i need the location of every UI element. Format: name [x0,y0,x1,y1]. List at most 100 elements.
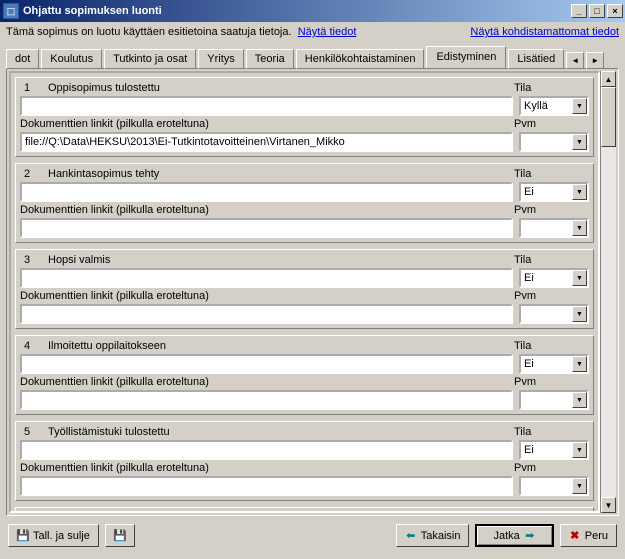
doclinks-input[interactable] [20,390,513,410]
progress-block: 5 Työllistämistuki tulostettu Tila Ei ▼ … [15,421,594,501]
tila-value: Ei [524,272,534,284]
tila-select[interactable]: Ei ▼ [519,182,589,202]
tila-label: Tila [514,426,589,438]
row-title: Työllistämistuki tulostettu [48,426,514,438]
tab-koulutus[interactable]: Koulutus [41,49,102,69]
info-bar: Tämä sopimus on luotu käyttäen esitietoi… [0,22,625,42]
chevron-down-icon: ▼ [572,442,587,458]
save-close-button[interactable]: 💾 Tall. ja sulje [8,524,99,547]
doclinks-input[interactable] [20,132,513,152]
save-arrow-icon: 💾 [114,530,126,542]
tab-lisatiedot[interactable]: Lisätied [508,49,564,69]
next-label: Jatka [493,530,519,542]
title-input[interactable] [20,354,513,374]
pvm-label: Pvm [514,290,589,302]
title-bar: ⬚ Ohjattu sopimuksen luonti _ □ × [0,0,625,22]
tila-select[interactable]: Ei ▼ [519,268,589,288]
tab-scroll-left[interactable]: ◄ [566,52,584,69]
progress-block: 1 Oppisopimus tulostettu Tila Kyllä ▼ Do… [15,77,594,157]
doclinks-label: Dokumenttien linkit (pilkulla eroteltuna… [20,376,514,388]
pvm-select[interactable]: ▼ [519,476,589,496]
row-number: 5 [20,426,48,438]
row-number: 8 [20,512,48,513]
row-title: Oppisopimus tulostettu [48,82,514,94]
vertical-scrollbar[interactable]: ▲ ▼ [600,71,616,513]
chevron-down-icon: ▼ [572,220,587,236]
app-icon: ⬚ [3,3,19,19]
chevron-down-icon: ▼ [572,184,587,200]
tila-label: Tila [514,340,589,352]
save-button[interactable]: 💾 [105,524,135,547]
doclinks-label: Dokumenttien linkit (pilkulla eroteltuna… [20,462,514,474]
row-number: 4 [20,340,48,352]
doclinks-label: Dokumenttien linkit (pilkulla eroteltuna… [20,290,514,302]
chevron-down-icon: ▼ [572,306,587,322]
tab-edistyminen[interactable]: Edistyminen [426,46,506,68]
pvm-label: Pvm [514,204,589,216]
info-text: Tämä sopimus on luotu käyttäen esitietoi… [6,26,292,38]
progress-block: 4 Ilmoitettu oppilaitokseen Tila Ei ▼ Do… [15,335,594,415]
chevron-down-icon: ▼ [572,270,587,286]
tila-select[interactable]: Ei ▼ [519,354,589,374]
progress-block: 8 Heksu Tila Ei ▼ [15,507,594,513]
tab-henkilo[interactable]: Henkilökohtaistaminen [296,49,425,69]
doclinks-label: Dokumenttien linkit (pilkulla eroteltuna… [20,118,514,130]
save-icon: 💾 [17,530,29,542]
pvm-label: Pvm [514,376,589,388]
chevron-down-icon: ▼ [572,98,587,114]
minimize-button[interactable]: _ [571,4,587,18]
progress-block: 3 Hopsi valmis Tila Ei ▼ Dokumenttien li… [15,249,594,329]
pvm-select[interactable]: ▼ [519,132,589,152]
progress-block: 2 Hankintasopimus tehty Tila Ei ▼ Dokume… [15,163,594,243]
show-unmatched-link[interactable]: Näytä kohdistamattomat tiedot [470,26,619,38]
tila-label: Tila [514,512,589,513]
back-label: Takaisin [421,530,461,542]
doclinks-input[interactable] [20,218,513,238]
cancel-button[interactable]: ✖ Peru [560,524,617,547]
chevron-down-icon: ▼ [572,134,587,150]
scroll-thumb[interactable] [601,87,616,147]
tila-value: Ei [524,444,534,456]
scroll-up-button[interactable]: ▲ [601,71,616,87]
close-icon: ✖ [569,530,581,542]
tila-label: Tila [514,82,589,94]
show-data-link[interactable]: Näytä tiedot [298,26,357,38]
doclinks-input[interactable] [20,476,513,496]
pvm-select[interactable]: ▼ [519,304,589,324]
title-input[interactable] [20,96,513,116]
tab-scroll-right[interactable]: ► [586,52,604,69]
title-input[interactable] [20,440,513,460]
tila-select[interactable]: Kyllä ▼ [519,96,589,116]
doclinks-input[interactable] [20,304,513,324]
doclinks-label: Dokumenttien linkit (pilkulla eroteltuna… [20,204,514,216]
back-button[interactable]: ⬅ Takaisin [396,524,470,547]
tab-bar: dot Koulutus Tutkinto ja osat Yritys Teo… [0,42,625,68]
tila-label: Tila [514,168,589,180]
arrow-right-icon: ➡ [524,530,536,542]
cancel-label: Peru [585,530,608,542]
tab-dot[interactable]: dot [6,49,39,69]
row-number: 3 [20,254,48,266]
row-title: Ilmoitettu oppilaitokseen [48,340,514,352]
scroll-down-button[interactable]: ▼ [601,497,616,513]
maximize-button[interactable]: □ [589,4,605,18]
form-area: 1 Oppisopimus tulostettu Tila Kyllä ▼ Do… [9,71,600,513]
pvm-select[interactable]: ▼ [519,218,589,238]
row-number: 2 [20,168,48,180]
title-input[interactable] [20,182,513,202]
chevron-down-icon: ▼ [572,478,587,494]
next-button[interactable]: Jatka ➡ [475,524,553,547]
pvm-select[interactable]: ▼ [519,390,589,410]
tila-select[interactable]: Ei ▼ [519,440,589,460]
row-title: Hopsi valmis [48,254,514,266]
close-button[interactable]: × [607,4,623,18]
title-input[interactable] [20,268,513,288]
content-panel: 1 Oppisopimus tulostettu Tila Kyllä ▼ Do… [6,68,619,516]
bottom-toolbar: 💾 Tall. ja sulje 💾 ⬅ Takaisin Jatka ➡ ✖ … [0,520,625,551]
pvm-label: Pvm [514,462,589,474]
tab-yritys[interactable]: Yritys [198,49,244,69]
tab-teoria[interactable]: Teoria [246,49,294,69]
window-title: Ohjattu sopimuksen luonti [23,5,569,17]
scroll-track[interactable] [601,147,616,497]
tab-tutkinto[interactable]: Tutkinto ja osat [104,49,196,69]
